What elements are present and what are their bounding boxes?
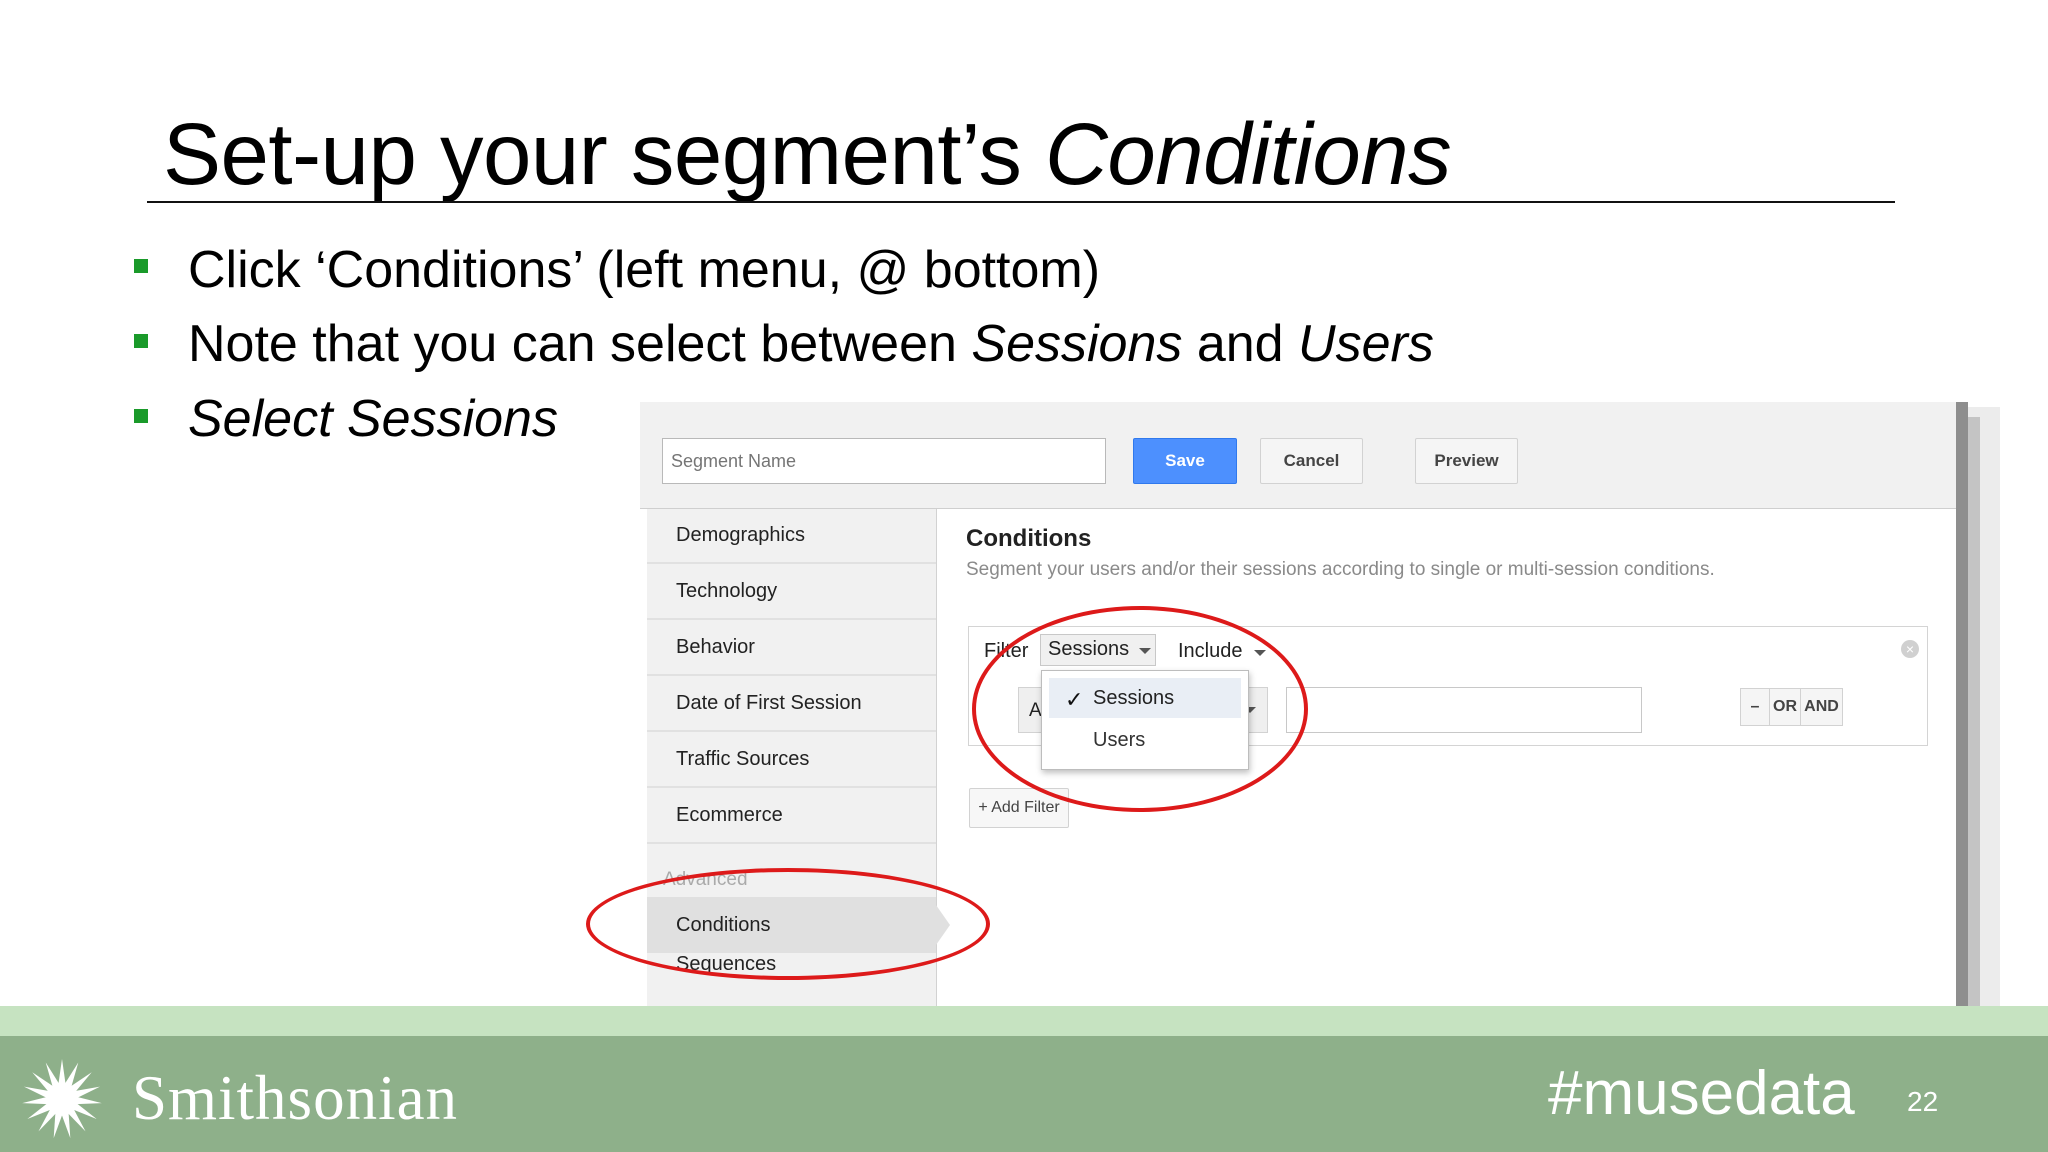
title-divider [147, 201, 1895, 203]
condition-value-input[interactable] [1286, 687, 1642, 733]
nav-item-traffic-sources[interactable]: Traffic Sources [647, 733, 936, 788]
sunburst-logo-icon [22, 1059, 102, 1139]
hashtag-text: #musedata [1548, 1059, 1855, 1128]
conditions-description: Segment your users and/or their sessions… [966, 559, 1715, 580]
nav-item-ecommerce[interactable]: Ecommerce [647, 789, 936, 844]
and-button[interactable]: AND [1800, 688, 1843, 726]
highlight-circle [586, 868, 990, 980]
preview-button[interactable]: Preview [1415, 438, 1518, 484]
bullet-marker [134, 259, 148, 273]
segment-name-input[interactable] [662, 438, 1106, 484]
bullet-marker [134, 409, 148, 423]
bullet-marker [134, 334, 148, 348]
bullet-1: Click ‘Conditions’ (left menu, @ bottom) [188, 241, 1101, 299]
bullet-3: Select Sessions [188, 390, 558, 448]
footer-band [0, 1006, 2048, 1036]
nav-item-demographics[interactable]: Demographics [647, 509, 936, 564]
conditions-heading: Conditions [966, 525, 1092, 552]
remove-filter-icon[interactable]: × [1901, 640, 1919, 658]
segment-toolbar: Save Cancel Preview [640, 402, 1956, 509]
highlight-circle [972, 606, 1308, 812]
slide-title: Set-up your segment’s Conditions [163, 106, 1452, 203]
nav-item-technology[interactable]: Technology [647, 565, 936, 620]
save-button[interactable]: Save [1133, 438, 1237, 484]
cancel-button[interactable]: Cancel [1260, 438, 1363, 484]
nav-item-behavior[interactable]: Behavior [647, 621, 936, 676]
or-button[interactable]: OR [1769, 688, 1801, 726]
remove-condition-button[interactable]: – [1740, 688, 1770, 726]
nav-item-date-of-first-session[interactable]: Date of First Session [647, 677, 936, 732]
smithsonian-wordmark: Smithsonian [132, 1063, 459, 1133]
bullet-2: Note that you can select between Session… [188, 315, 1434, 373]
page-number: 22 [1907, 1086, 1939, 1117]
